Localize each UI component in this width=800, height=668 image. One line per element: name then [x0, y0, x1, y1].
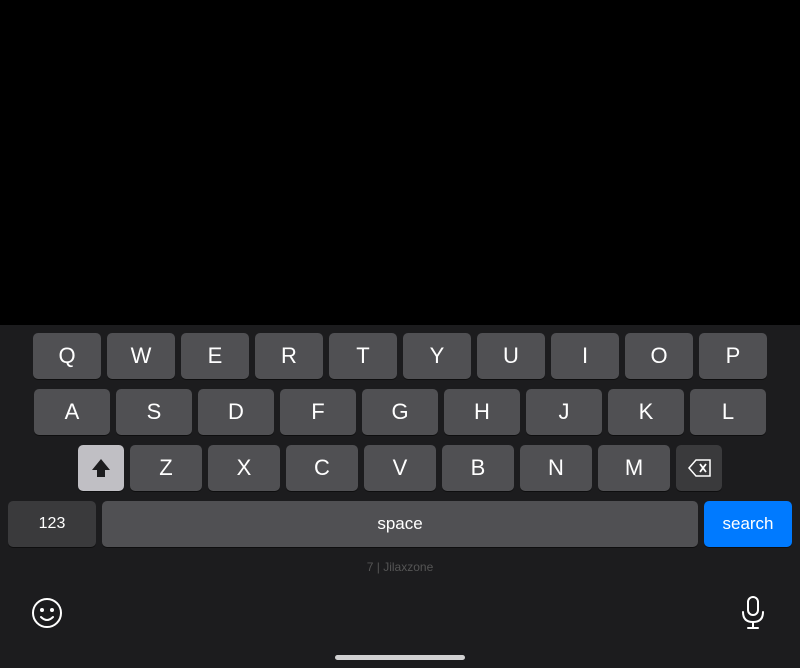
key-a[interactable]: A	[34, 389, 110, 435]
key-e[interactable]: E	[181, 333, 249, 379]
key-t[interactable]: T	[329, 333, 397, 379]
key-l[interactable]: L	[690, 389, 766, 435]
bottom-row: 123 space search	[4, 501, 796, 547]
key-n[interactable]: N	[520, 445, 592, 491]
key-z[interactable]: Z	[130, 445, 202, 491]
search-key[interactable]: search	[704, 501, 792, 547]
key-p[interactable]: P	[699, 333, 767, 379]
keyboard: Q W E R T Y U I O P A S D F G H J K L Z …	[0, 325, 800, 668]
key-b[interactable]: B	[442, 445, 514, 491]
key-f[interactable]: F	[280, 389, 356, 435]
space-key[interactable]: space	[102, 501, 698, 547]
key-o[interactable]: O	[625, 333, 693, 379]
key-u[interactable]: U	[477, 333, 545, 379]
key-m[interactable]: M	[598, 445, 670, 491]
key-y[interactable]: Y	[403, 333, 471, 379]
key-j[interactable]: J	[526, 389, 602, 435]
shift-icon	[90, 457, 112, 479]
key-row-2: A S D F G H J K L	[4, 389, 796, 435]
watermark-row: 7 | Jilaxzone	[4, 557, 796, 577]
microphone-button[interactable]	[734, 594, 772, 632]
key-h[interactable]: H	[444, 389, 520, 435]
key-i[interactable]: I	[551, 333, 619, 379]
key-w[interactable]: W	[107, 333, 175, 379]
emoji-button[interactable]	[28, 594, 66, 632]
key-r[interactable]: R	[255, 333, 323, 379]
key-d[interactable]: D	[198, 389, 274, 435]
shift-key[interactable]	[78, 445, 124, 491]
icon-row	[4, 587, 796, 639]
key-g[interactable]: G	[362, 389, 438, 435]
key-row-1: Q W E R T Y U I O P	[4, 333, 796, 379]
delete-key[interactable]	[676, 445, 722, 491]
home-indicator-row	[4, 649, 796, 668]
home-indicator	[335, 655, 465, 660]
key-c[interactable]: C	[286, 445, 358, 491]
key-s[interactable]: S	[116, 389, 192, 435]
key-row-3: Z X C V B N M	[4, 445, 796, 491]
key-x[interactable]: X	[208, 445, 280, 491]
emoji-icon	[31, 597, 63, 629]
delete-icon	[686, 458, 712, 478]
numbers-key[interactable]: 123	[8, 501, 96, 547]
key-v[interactable]: V	[364, 445, 436, 491]
key-q[interactable]: Q	[33, 333, 101, 379]
microphone-icon	[739, 596, 767, 630]
key-k[interactable]: K	[608, 389, 684, 435]
watermark-text: 7 | Jilaxzone	[367, 560, 434, 574]
